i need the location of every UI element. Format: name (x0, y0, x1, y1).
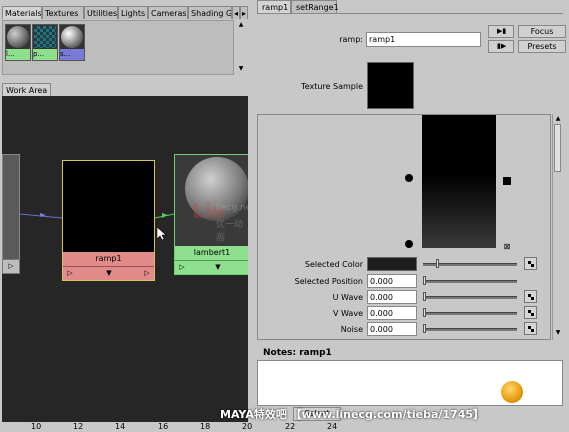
notes-title: Notes: ramp1 (263, 348, 332, 358)
ramp-gradient-preview[interactable] (422, 115, 496, 248)
materials-scrollbar[interactable]: ▲ ▼ (233, 20, 248, 75)
ruler-tick: 10 (31, 422, 42, 431)
site-watermark: MAYA特效吧 【www.linecg.com/tieba/1745】 (220, 408, 485, 421)
ramp-node[interactable]: ramp1 ▷ ▼ ▷ (62, 160, 155, 281)
checker-ball-icon (34, 26, 56, 48)
ruler-tick: 18 (200, 422, 211, 431)
noise-slider[interactable] (423, 328, 517, 331)
tab-lights[interactable]: Lights (118, 6, 148, 19)
liecg-watermark-logo: Lie liecg.net 优一动画 (192, 199, 248, 245)
ramp-position-handle-icon[interactable] (405, 174, 413, 182)
ruler-tick: 22 (285, 422, 296, 431)
scroll-up-icon[interactable]: ▲ (553, 114, 563, 124)
material-label: l... (6, 49, 30, 60)
u-wave-field[interactable]: 0.000 (367, 290, 417, 304)
ramp-node-label: ramp1 (63, 252, 154, 266)
work-area-tab[interactable]: Work Area (2, 83, 51, 97)
expand-arrow-icon[interactable]: ▼ (104, 268, 114, 278)
input-port-icon[interactable]: ▷ (65, 268, 75, 278)
tab-utilities[interactable]: Utilities (84, 6, 118, 19)
material-label: s... (60, 49, 84, 60)
time-ruler[interactable]: 10 12 14 16 18 20 22 24 (0, 422, 569, 432)
tab-ramp1[interactable]: ramp1 (257, 0, 291, 13)
tab-textures[interactable]: Textures (42, 6, 84, 19)
shader-ball-icon (61, 26, 83, 48)
selected-position-slider[interactable] (423, 280, 517, 283)
ramp-color-handle-icon[interactable] (503, 177, 511, 185)
u-wave-slider-thumb[interactable] (423, 292, 426, 301)
attribute-editor: ramp1 setRange1 ramp: ramp1 ▶▮ ▮▶ Focus … (253, 0, 569, 432)
texture-sample-label: Texture Sample (301, 82, 363, 91)
ruler-tick: 14 (115, 422, 126, 431)
u-wave-label: U Wave (332, 293, 363, 302)
lambert-ball-icon (7, 26, 29, 48)
scroll-up-icon[interactable]: ▲ (234, 20, 248, 30)
expand-arrow-icon[interactable]: ▼ (213, 262, 223, 272)
v-wave-label: V Wave (333, 309, 363, 318)
selected-position-slider-thumb[interactable] (423, 276, 426, 285)
presets-button[interactable]: Presets (518, 40, 566, 53)
tab-shading-groups[interactable]: Shading G (188, 6, 232, 19)
input-port-icon[interactable]: ▷ (177, 262, 187, 272)
ramp-position-handle-icon[interactable] (405, 240, 413, 248)
material-swatch-lambert[interactable]: l... (5, 24, 31, 61)
watermark-logo-text: liecg.net (216, 203, 248, 213)
connection-out-icon: ▮▶ (497, 42, 507, 50)
ruler-tick: 12 (73, 422, 84, 431)
mouse-cursor-icon (157, 227, 167, 241)
attributes-scrollbar[interactable]: ▲ ▼ (552, 114, 563, 340)
selected-color-label: Selected Color (304, 260, 363, 269)
focus-button[interactable]: Focus (518, 25, 566, 38)
map-button-icon[interactable] (524, 322, 537, 335)
v-wave-slider-thumb[interactable] (423, 308, 426, 317)
tab-cameras[interactable]: Cameras (148, 6, 188, 19)
scroll-down-icon[interactable]: ▼ (553, 328, 563, 338)
material-swatch-particle[interactable]: p... (32, 24, 58, 61)
ramp-delete-handle-icon[interactable]: ⊠ (503, 243, 511, 251)
tab-setrange1[interactable]: setRange1 (291, 0, 339, 13)
tab-materials[interactable]: Materials (2, 6, 42, 19)
tab-scroll-right[interactable]: ▸ (240, 6, 248, 19)
map-button-icon[interactable] (524, 306, 537, 319)
scroll-down-icon[interactable]: ▼ (234, 64, 248, 74)
v-wave-slider[interactable] (423, 312, 517, 315)
ruler-tick: 20 (242, 422, 253, 431)
scrollbar-thumb[interactable] (554, 124, 561, 172)
selected-position-field[interactable]: 0.000 (367, 274, 417, 288)
output-connection-button[interactable]: ▮▶ (488, 40, 514, 53)
map-button-icon[interactable] (524, 257, 537, 270)
lambert-node-ports[interactable]: ▷ ▼ (175, 260, 248, 274)
ramp-name-field[interactable]: ramp1 (366, 32, 481, 47)
material-swatch-shader[interactable]: s... (59, 24, 85, 61)
ramp-name-label: ramp: (339, 35, 363, 44)
selected-color-slider-thumb[interactable] (436, 259, 439, 268)
noise-slider-thumb[interactable] (423, 324, 426, 333)
connection-in-icon: ▶▮ (497, 27, 507, 35)
output-port-icon[interactable]: ▷ (142, 268, 152, 278)
ruler-tick: 24 (327, 422, 338, 431)
texture-sample-swatch[interactable] (367, 62, 414, 109)
selected-color-swatch[interactable] (367, 257, 417, 271)
map-button-icon[interactable] (524, 290, 537, 303)
u-wave-slider[interactable] (423, 296, 517, 299)
selected-position-label: Selected Position (294, 277, 363, 286)
hypershade-tab-bar: Materials Textures Utilities Lights Came… (2, 6, 248, 20)
material-label: p... (33, 49, 57, 60)
work-area-graph[interactable]: ▷ ramp1 ▷ ▼ ▷ lambert1 ▷ ▼ Lie liecg.net… (2, 96, 248, 426)
watermark-logo-subtext: 优一动画 (216, 220, 244, 243)
tab-scroll-left[interactable]: ◂ (232, 6, 240, 19)
noise-field[interactable]: 0.000 (367, 322, 417, 336)
ruler-tick: 16 (158, 422, 169, 431)
lambert-node-label: lambert1 (175, 246, 248, 260)
v-wave-field[interactable]: 0.000 (367, 306, 417, 320)
noise-label: Noise (340, 325, 363, 334)
ramp-node-ports[interactable]: ▷ ▼ ▷ (63, 266, 154, 280)
help-bulb-icon[interactable] (501, 381, 523, 403)
input-connection-button[interactable]: ▶▮ (488, 25, 514, 38)
